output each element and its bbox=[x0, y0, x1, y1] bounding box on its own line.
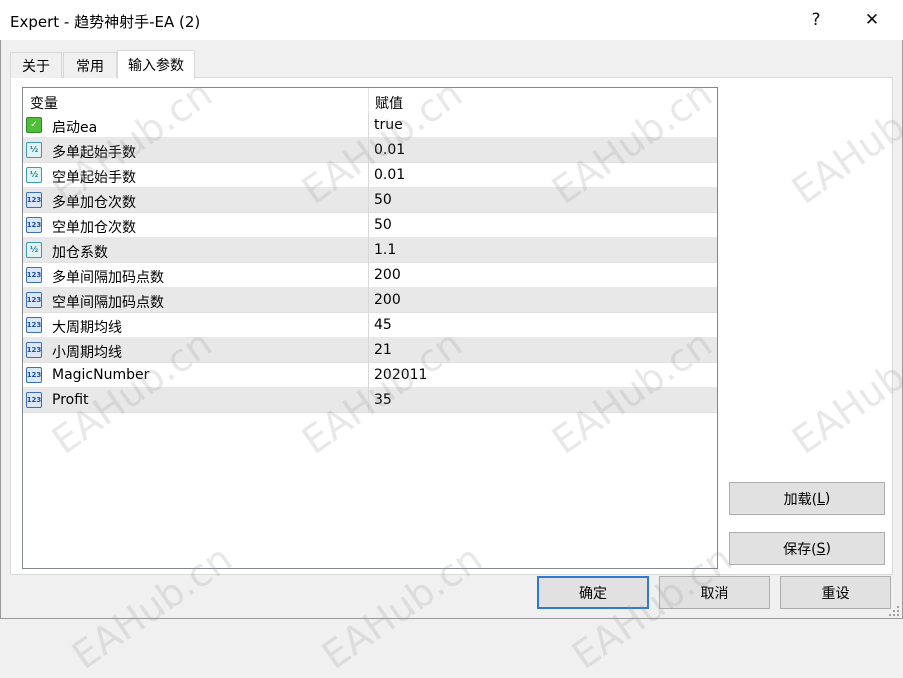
parameter-name: 小周期均线 bbox=[52, 345, 122, 361]
integer-icon: 123 bbox=[26, 392, 42, 408]
column-header-value[interactable]: 赋值 bbox=[375, 93, 403, 113]
parameter-value[interactable]: 200 bbox=[374, 292, 401, 308]
fraction-icon: ½ bbox=[26, 167, 42, 183]
load-button-key: L bbox=[817, 490, 825, 507]
table-row[interactable]: ✓ 启动ea true bbox=[23, 113, 717, 138]
table-row[interactable]: 123 MagicNumber 202011 bbox=[23, 363, 717, 388]
parameter-name: 多单加仓次数 bbox=[52, 195, 136, 211]
table-row[interactable]: 123 小周期均线 21 bbox=[23, 338, 717, 363]
table-row[interactable]: 123 大周期均线 45 bbox=[23, 313, 717, 338]
integer-icon: 123 bbox=[26, 217, 42, 233]
load-button-suffix: ) bbox=[824, 490, 831, 507]
help-button[interactable]: ? bbox=[794, 0, 838, 40]
tab-inputs[interactable]: 输入参数 bbox=[117, 50, 195, 79]
column-divider bbox=[368, 263, 369, 288]
integer-icon: 123 bbox=[26, 342, 42, 358]
ok-button[interactable]: 确定 bbox=[537, 576, 649, 609]
parameter-value[interactable]: true bbox=[374, 117, 403, 133]
parameter-value[interactable]: 1.1 bbox=[374, 242, 396, 258]
parameter-value[interactable]: 21 bbox=[374, 342, 392, 358]
table-row[interactable]: ½ 加仓系数 1.1 bbox=[23, 238, 717, 263]
integer-icon: 123 bbox=[26, 317, 42, 333]
parameter-name: 启动ea bbox=[52, 120, 98, 136]
parameter-name: 空单起始手数 bbox=[52, 170, 136, 186]
integer-icon: 123 bbox=[26, 367, 42, 383]
parameter-name: 多单间隔加码点数 bbox=[52, 270, 164, 286]
fraction-icon: ½ bbox=[26, 142, 42, 158]
column-header-variable[interactable]: 变量 bbox=[30, 93, 58, 113]
load-button[interactable]: 加载(L) bbox=[729, 482, 885, 515]
integer-icon: 123 bbox=[26, 267, 42, 283]
parameter-value[interactable]: 50 bbox=[374, 192, 392, 208]
save-button-key: S bbox=[816, 540, 826, 557]
table-row[interactable]: 123 多单间隔加码点数 200 bbox=[23, 263, 717, 288]
tab-common[interactable]: 常用 bbox=[63, 52, 117, 78]
table-row[interactable]: 123 空单加仓次数 50 bbox=[23, 213, 717, 238]
column-divider bbox=[368, 363, 369, 388]
parameter-value[interactable]: 35 bbox=[374, 392, 392, 408]
parameter-name: 大周期均线 bbox=[52, 320, 122, 336]
window-title: Expert - 趋势神射手-EA (2) bbox=[10, 13, 201, 31]
parameter-value[interactable]: 200 bbox=[374, 267, 401, 283]
column-divider bbox=[368, 388, 369, 413]
parameter-name: Profit bbox=[52, 392, 89, 408]
column-divider[interactable] bbox=[368, 88, 369, 113]
title-bar: Expert - 趋势神射手-EA (2) ? ✕ bbox=[0, 0, 903, 40]
table-row[interactable]: ½ 空单起始手数 0.01 bbox=[23, 163, 717, 188]
table-row[interactable]: 123 空单间隔加码点数 200 bbox=[23, 288, 717, 313]
parameters-grid[interactable]: 变量 赋值 ✓ 启动ea true ½ 多单起始手数 0.01 ½ 空单起始手数 0.01 123… bbox=[22, 87, 718, 569]
column-divider bbox=[368, 138, 369, 163]
cancel-button[interactable]: 取消 bbox=[659, 576, 770, 609]
parameter-name: 空单间隔加码点数 bbox=[52, 295, 164, 311]
table-row[interactable]: 123 Profit 35 bbox=[23, 388, 717, 413]
bool-icon: ✓ bbox=[26, 117, 42, 133]
reset-button[interactable]: 重设 bbox=[780, 576, 891, 609]
parameter-value[interactable]: 202011 bbox=[374, 367, 427, 383]
integer-icon: 123 bbox=[26, 292, 42, 308]
column-divider bbox=[368, 213, 369, 238]
column-divider bbox=[368, 188, 369, 213]
column-divider bbox=[368, 113, 369, 138]
save-button-suffix: ) bbox=[825, 540, 831, 557]
parameter-value[interactable]: 50 bbox=[374, 217, 392, 233]
column-divider bbox=[368, 288, 369, 313]
parameter-name: 多单起始手数 bbox=[52, 145, 136, 161]
fraction-icon: ½ bbox=[26, 242, 42, 258]
parameter-value[interactable]: 0.01 bbox=[374, 167, 405, 183]
load-button-label: 加载( bbox=[783, 491, 818, 508]
tab-about[interactable]: 关于 bbox=[10, 52, 62, 78]
parameter-value[interactable]: 0.01 bbox=[374, 142, 405, 158]
parameter-name: 加仓系数 bbox=[52, 245, 108, 261]
column-divider bbox=[368, 163, 369, 188]
column-divider bbox=[368, 238, 369, 263]
column-divider bbox=[368, 338, 369, 363]
close-button[interactable]: ✕ bbox=[850, 0, 894, 40]
table-row[interactable]: 123 多单加仓次数 50 bbox=[23, 188, 717, 213]
table-row[interactable]: ½ 多单起始手数 0.01 bbox=[23, 138, 717, 163]
integer-icon: 123 bbox=[26, 192, 42, 208]
save-button[interactable]: 保存(S) bbox=[729, 532, 885, 565]
parameter-name: MagicNumber bbox=[52, 367, 150, 383]
resize-grip-icon[interactable] bbox=[888, 605, 900, 617]
parameter-name: 空单加仓次数 bbox=[52, 220, 136, 236]
parameter-value[interactable]: 45 bbox=[374, 317, 392, 333]
save-button-label: 保存( bbox=[783, 541, 817, 558]
grid-header: 变量 赋值 bbox=[23, 88, 717, 113]
column-divider bbox=[368, 313, 369, 338]
